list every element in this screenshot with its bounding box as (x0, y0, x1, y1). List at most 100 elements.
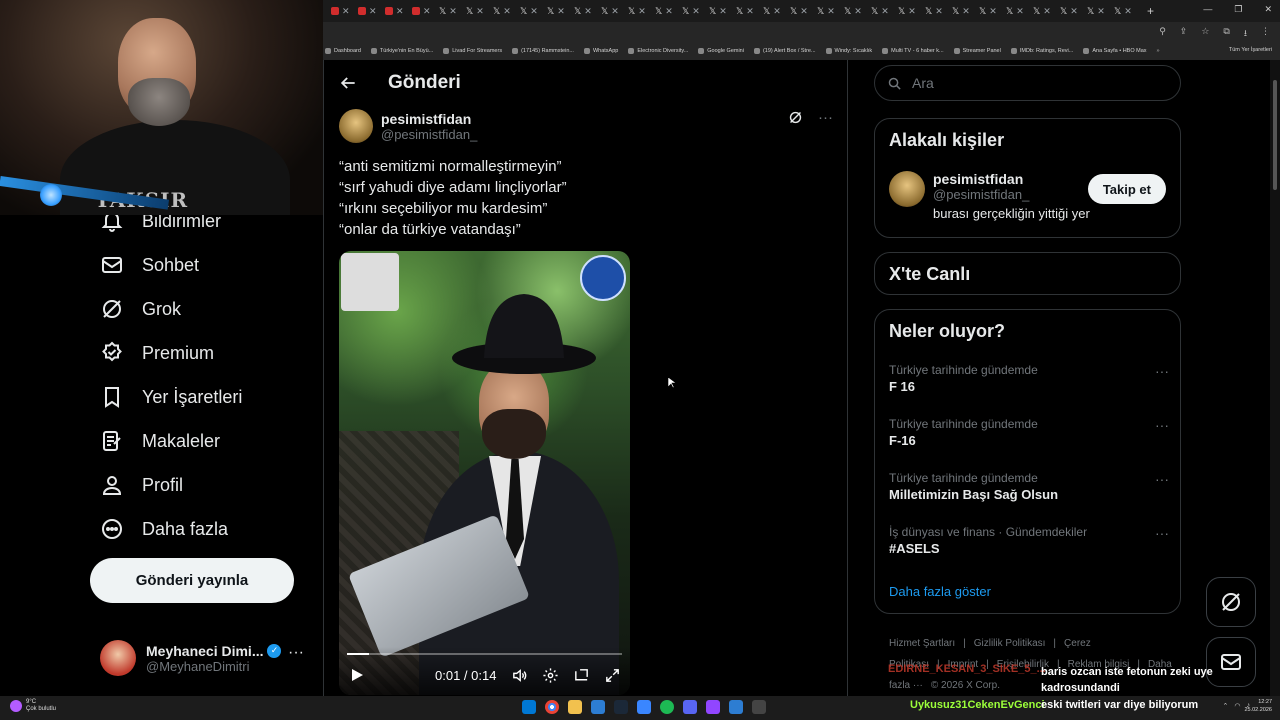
bookmark-item[interactable]: (17145) Rammstein... (512, 48, 574, 54)
bookmark-item[interactable]: Ana Sayfa • HBO Max (1083, 48, 1147, 54)
close-icon[interactable]: ✕ (584, 6, 592, 17)
browser-tab[interactable]: 𝕏 ✕ (1060, 3, 1087, 19)
page-scrollbar[interactable] (1270, 60, 1280, 696)
search-box[interactable] (874, 65, 1181, 101)
trend-more-icon[interactable]: ··· (1155, 417, 1169, 433)
browser-tab[interactable]: ✕ (385, 3, 412, 19)
trend-more-icon[interactable]: ··· (1155, 525, 1169, 541)
browser-tab[interactable]: 𝕏 ✕ (736, 3, 763, 19)
close-icon[interactable]: ✕ (908, 6, 916, 17)
close-icon[interactable]: ✕ (530, 6, 538, 17)
obs-icon[interactable] (752, 700, 766, 714)
menu-icon[interactable]: ⋮ (1261, 26, 1270, 42)
steam-icon[interactable] (614, 700, 628, 714)
author-display-name[interactable]: pesimistfidan (381, 111, 477, 127)
close-icon[interactable]: ✕ (692, 6, 700, 17)
nav-more[interactable]: Daha fazla (100, 514, 228, 544)
pip-icon[interactable] (573, 667, 590, 684)
browser-tab[interactable]: 𝕏 ✕ (898, 3, 925, 19)
nav-articles[interactable]: Makaleler (100, 426, 220, 456)
discord-icon[interactable] (683, 700, 697, 714)
browser-tab[interactable]: 𝕏 ✕ (871, 3, 898, 19)
windows-start-icon[interactable] (522, 700, 536, 714)
fullscreen-icon[interactable] (604, 667, 621, 684)
related-username[interactable]: @pesimistfidan_ (933, 187, 1090, 202)
bookmark-item[interactable]: Türkiye'nin En Büyü... (370, 48, 433, 54)
close-icon[interactable]: ✕ (1043, 6, 1051, 17)
browser-tab[interactable]: 𝕏 ✕ (979, 3, 1006, 19)
browser-tab[interactable]: ✕ (412, 3, 439, 19)
browser-tab[interactable]: 𝕏 ✕ (574, 3, 601, 19)
browser-tab[interactable]: ✕ (331, 3, 358, 19)
bookmark-item[interactable]: Windy: Sıcaklık (825, 48, 872, 54)
trend-item[interactable]: Türkiye tarihinde gündemde F-16 ··· (889, 417, 1169, 448)
play-icon[interactable] (349, 667, 365, 683)
trend-more-icon[interactable]: ··· (1155, 363, 1169, 379)
twitch-icon[interactable] (706, 700, 720, 714)
close-icon[interactable]: ✕ (989, 6, 997, 17)
folder-icon[interactable] (568, 700, 582, 714)
related-user[interactable]: pesimistfidan @pesimistfidan_ burası ger… (889, 171, 1090, 221)
scrollbar-thumb[interactable] (1273, 80, 1277, 190)
browser-tab[interactable]: 𝕏 ✕ (844, 3, 871, 19)
bookmark-item[interactable]: WhatsApp (583, 48, 618, 54)
browser-tab[interactable]: 𝕏 ✕ (682, 3, 709, 19)
close-icon[interactable]: ✕ (503, 6, 511, 17)
minimize-icon[interactable]: — (1203, 4, 1212, 15)
trend-item[interactable]: İş dünyası ve finans · Gündemdekiler #AS… (889, 525, 1169, 556)
video-progress-bar[interactable] (347, 653, 622, 655)
close-icon[interactable]: ✕ (827, 6, 835, 17)
app-icon[interactable] (591, 700, 605, 714)
browser-tab[interactable]: 𝕏 ✕ (547, 3, 574, 19)
close-icon[interactable]: ✕ (638, 6, 646, 17)
avatar[interactable] (339, 109, 373, 143)
browser-tab[interactable]: 𝕏 ✕ (628, 3, 655, 19)
browser-tab[interactable]: 𝕏 ✕ (1114, 3, 1141, 19)
browser-tab[interactable]: 𝕏 ✕ (925, 3, 952, 19)
close-icon[interactable]: ✕ (557, 6, 565, 17)
post-more-icon[interactable]: ··· (818, 109, 833, 126)
address-bar[interactable]: ⚲ ⇪ ☆ ⧉ ⭳ ⋮ (323, 22, 1280, 42)
close-icon[interactable]: ✕ (1016, 6, 1024, 17)
nav-bookmarks[interactable]: Yer İşaretleri (100, 382, 242, 412)
bookmark-item[interactable]: Livad For Streamers (443, 48, 502, 54)
trend-item[interactable]: Türkiye tarihinde gündemde Milletimizin … (889, 471, 1169, 502)
author-username[interactable]: @pesimistfidan_ (381, 127, 477, 142)
post-video[interactable]: 0:01 / 0:14 (339, 251, 630, 695)
wifi-icon[interactable]: ◠ (1234, 702, 1240, 710)
close-icon[interactable]: ✕ (396, 6, 404, 17)
extensions-icon[interactable]: ⧉ (1223, 26, 1229, 42)
close-icon[interactable]: ✕ (962, 6, 970, 17)
nav-profile[interactable]: Profil (100, 470, 183, 500)
close-icon[interactable]: ✕ (342, 6, 350, 17)
spotify-icon[interactable] (660, 700, 674, 714)
taskbar-clock[interactable]: 12:27 25.02.2026 (1244, 698, 1272, 714)
browser-tab[interactable]: 𝕏 ✕ (655, 3, 682, 19)
browser-tab[interactable]: 𝕏 ✕ (493, 3, 520, 19)
close-icon[interactable]: ✕ (423, 6, 431, 17)
trend-more-icon[interactable]: ··· (1155, 471, 1169, 487)
bookmark-item[interactable]: (19) Alert Box / Stre... (753, 48, 816, 54)
browser-tab[interactable]: 𝕏 ✕ (1033, 3, 1060, 19)
browser-tab[interactable]: 𝕏 ✕ (817, 3, 844, 19)
close-icon[interactable]: ✕ (1070, 6, 1078, 17)
zoom-icon[interactable]: ⚲ (1159, 26, 1166, 42)
close-icon[interactable]: ✕ (611, 6, 619, 17)
app-icon[interactable] (637, 700, 651, 714)
browser-tab[interactable]: 𝕏 ✕ (1006, 3, 1033, 19)
close-icon[interactable]: ✕ (476, 6, 484, 17)
bookmark-item[interactable]: Electronic Diversity... (628, 48, 688, 54)
close-icon[interactable]: ✕ (881, 6, 889, 17)
browser-tab[interactable]: ✕ (358, 3, 385, 19)
bookmark-item[interactable]: Google Gemini (698, 48, 744, 54)
browser-tab[interactable]: 𝕏 ✕ (439, 3, 466, 19)
close-icon[interactable]: ✕ (665, 6, 673, 17)
post-author[interactable]: pesimistfidan @pesimistfidan_ (339, 109, 477, 143)
close-icon[interactable]: ✕ (1097, 6, 1105, 17)
footer-link[interactable]: Hizmet Şartları (889, 638, 955, 649)
close-icon[interactable]: ✕ (935, 6, 943, 17)
bookmark-item[interactable]: IMDb: Ratings, Revi... (1010, 48, 1073, 54)
all-bookmarks-link[interactable]: Tüm Yer İşaretleri (1229, 47, 1272, 53)
avatar[interactable] (889, 171, 925, 207)
bookmark-item[interactable]: Streamer Panel (953, 48, 1001, 54)
